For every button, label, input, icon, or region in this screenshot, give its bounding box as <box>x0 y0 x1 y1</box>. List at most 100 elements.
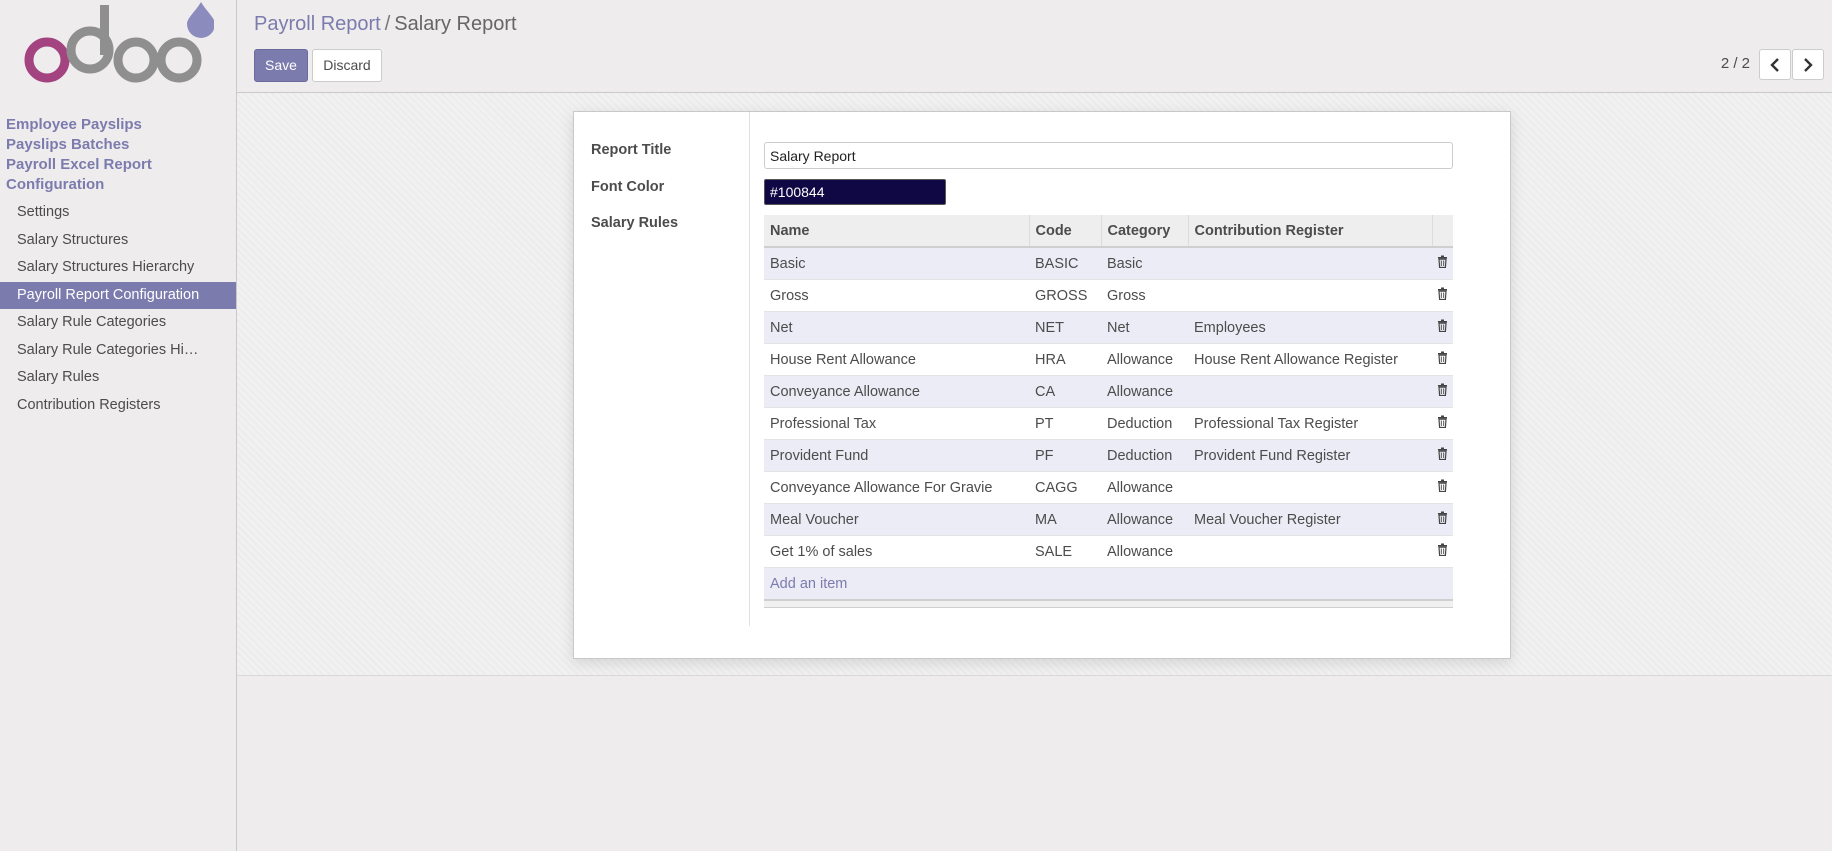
cell-name[interactable]: Professional Tax <box>764 407 1029 440</box>
add-item-link[interactable]: Add an item <box>764 567 1453 601</box>
table-row[interactable]: Meal Voucher MA Allowance Meal Voucher Regi… <box>764 503 1453 536</box>
pager-previous-button[interactable] <box>1759 49 1791 80</box>
chevron-left-icon <box>1770 57 1779 72</box>
cell-contribution-register[interactable]: House Rent Allowance Register <box>1188 343 1432 376</box>
cell-name[interactable]: Net <box>764 311 1029 344</box>
breadcrumb: Payroll Report / Salary Report <box>254 13 517 36</box>
breadcrumb-parent-link[interactable]: Payroll Report <box>254 13 381 35</box>
cell-category[interactable]: Basic <box>1101 247 1188 280</box>
cell-name[interactable]: Provident Fund <box>764 439 1029 472</box>
cell-name[interactable]: Get 1% of sales <box>764 535 1029 568</box>
table-row[interactable]: Conveyance Allowance For Gravie CAGG Allow… <box>764 471 1453 504</box>
trash-icon[interactable] <box>1437 351 1448 365</box>
cell-code[interactable]: HRA <box>1029 343 1101 376</box>
cell-contribution-register[interactable] <box>1188 247 1432 280</box>
sidebar-item[interactable]: Payroll Report Configuration <box>0 281 236 309</box>
cell-contribution-register[interactable] <box>1188 279 1432 312</box>
cell-category[interactable]: Deduction <box>1101 407 1188 440</box>
cell-name[interactable]: Gross <box>764 279 1029 312</box>
menu-header[interactable]: Employee Payslips <box>6 115 152 135</box>
cell-contribution-register[interactable]: Meal Voucher Register <box>1188 503 1432 536</box>
menu-header[interactable]: Configuration <box>6 175 152 195</box>
delete-row-button[interactable] <box>1432 375 1453 408</box>
cell-name[interactable]: Basic <box>764 247 1029 280</box>
cell-name[interactable]: Conveyance Allowance <box>764 375 1029 408</box>
table-row[interactable]: Get 1% of sales SALE Allowance <box>764 535 1453 568</box>
trash-icon[interactable] <box>1437 255 1448 269</box>
delete-row-button[interactable] <box>1432 247 1453 280</box>
cell-code[interactable]: MA <box>1029 503 1101 536</box>
trash-icon[interactable] <box>1437 543 1448 557</box>
delete-row-button[interactable] <box>1432 407 1453 440</box>
trash-icon[interactable] <box>1437 415 1448 429</box>
cell-category[interactable]: Allowance <box>1101 503 1188 536</box>
save-button[interactable]: Save <box>254 49 308 82</box>
trash-icon[interactable] <box>1437 287 1448 301</box>
cell-contribution-register[interactable] <box>1188 375 1432 408</box>
table-row[interactable]: Basic BASIC Basic <box>764 247 1453 280</box>
trash-icon[interactable] <box>1437 479 1448 493</box>
discard-button[interactable]: Discard <box>312 49 382 82</box>
table-header-row: Name Code Category Contribution Register <box>764 215 1453 248</box>
sidebar-item[interactable]: Salary Structures <box>0 227 236 255</box>
trash-icon[interactable] <box>1437 383 1448 397</box>
delete-row-button[interactable] <box>1432 343 1453 376</box>
cell-name[interactable]: Meal Voucher <box>764 503 1029 536</box>
cell-name[interactable]: House Rent Allowance <box>764 343 1029 376</box>
column-header-name[interactable]: Name <box>764 215 1030 248</box>
cell-category[interactable]: Allowance <box>1101 471 1188 504</box>
cell-name[interactable]: Conveyance Allowance For Gravie <box>764 471 1029 504</box>
table-row[interactable]: Gross GROSS Gross <box>764 279 1453 312</box>
cell-category[interactable]: Net <box>1101 311 1188 344</box>
cell-code[interactable]: PF <box>1029 439 1101 472</box>
trash-icon[interactable] <box>1437 447 1448 461</box>
table-row[interactable]: Conveyance Allowance CA Allowance <box>764 375 1453 408</box>
cell-code[interactable]: GROSS <box>1029 279 1101 312</box>
cell-code[interactable]: SALE <box>1029 535 1101 568</box>
delete-row-button[interactable] <box>1432 311 1453 344</box>
cell-category[interactable]: Allowance <box>1101 535 1188 568</box>
table-row[interactable]: House Rent Allowance HRA Allowance House Re… <box>764 343 1453 376</box>
add-item-row: Add an item <box>764 567 1453 601</box>
cell-contribution-register[interactable]: Employees <box>1188 311 1432 344</box>
column-header-contribution-register[interactable]: Contribution Register <box>1188 215 1433 248</box>
sidebar-item[interactable]: Settings <box>0 199 236 227</box>
sidebar-item[interactable]: Salary Structures Hierarchy <box>0 254 236 282</box>
pager-next-button[interactable] <box>1792 49 1824 80</box>
column-header-code[interactable]: Code <box>1029 215 1102 248</box>
delete-row-button[interactable] <box>1432 471 1453 504</box>
odoo-logo[interactable] <box>24 0 214 90</box>
trash-icon[interactable] <box>1437 319 1448 333</box>
cell-code[interactable]: CAGG <box>1029 471 1101 504</box>
cell-code[interactable]: CA <box>1029 375 1101 408</box>
cell-contribution-register[interactable] <box>1188 471 1432 504</box>
menu-header[interactable]: Payroll Excel Report <box>6 155 152 175</box>
delete-row-button[interactable] <box>1432 279 1453 312</box>
chevron-right-icon <box>1804 57 1813 72</box>
sidebar-item[interactable]: Salary Rule Categories Hi… <box>0 337 236 365</box>
cell-category[interactable]: Allowance <box>1101 375 1188 408</box>
table-row[interactable]: Professional Tax PT Deduction Professional … <box>764 407 1453 440</box>
font-color-input[interactable]: #100844 <box>764 179 946 205</box>
delete-row-button[interactable] <box>1432 535 1453 568</box>
cell-contribution-register[interactable] <box>1188 535 1432 568</box>
column-header-category[interactable]: Category <box>1101 215 1189 248</box>
report-title-input[interactable] <box>764 142 1453 169</box>
trash-icon[interactable] <box>1437 511 1448 525</box>
cell-category[interactable]: Deduction <box>1101 439 1188 472</box>
cell-contribution-register[interactable]: Professional Tax Register <box>1188 407 1432 440</box>
sidebar-item[interactable]: Salary Rules <box>0 364 236 392</box>
cell-category[interactable]: Allowance <box>1101 343 1188 376</box>
cell-category[interactable]: Gross <box>1101 279 1188 312</box>
cell-code[interactable]: PT <box>1029 407 1101 440</box>
cell-contribution-register[interactable]: Provident Fund Register <box>1188 439 1432 472</box>
delete-row-button[interactable] <box>1432 503 1453 536</box>
menu-header[interactable]: Payslips Batches <box>6 135 152 155</box>
cell-code[interactable]: BASIC <box>1029 247 1101 280</box>
sidebar-item[interactable]: Contribution Registers <box>0 392 236 420</box>
sidebar-item[interactable]: Salary Rule Categories <box>0 309 236 337</box>
delete-row-button[interactable] <box>1432 439 1453 472</box>
table-row[interactable]: Net NET Net Employees <box>764 311 1453 344</box>
table-row[interactable]: Provident Fund PF Deduction Provident Fund … <box>764 439 1453 472</box>
cell-code[interactable]: NET <box>1029 311 1101 344</box>
